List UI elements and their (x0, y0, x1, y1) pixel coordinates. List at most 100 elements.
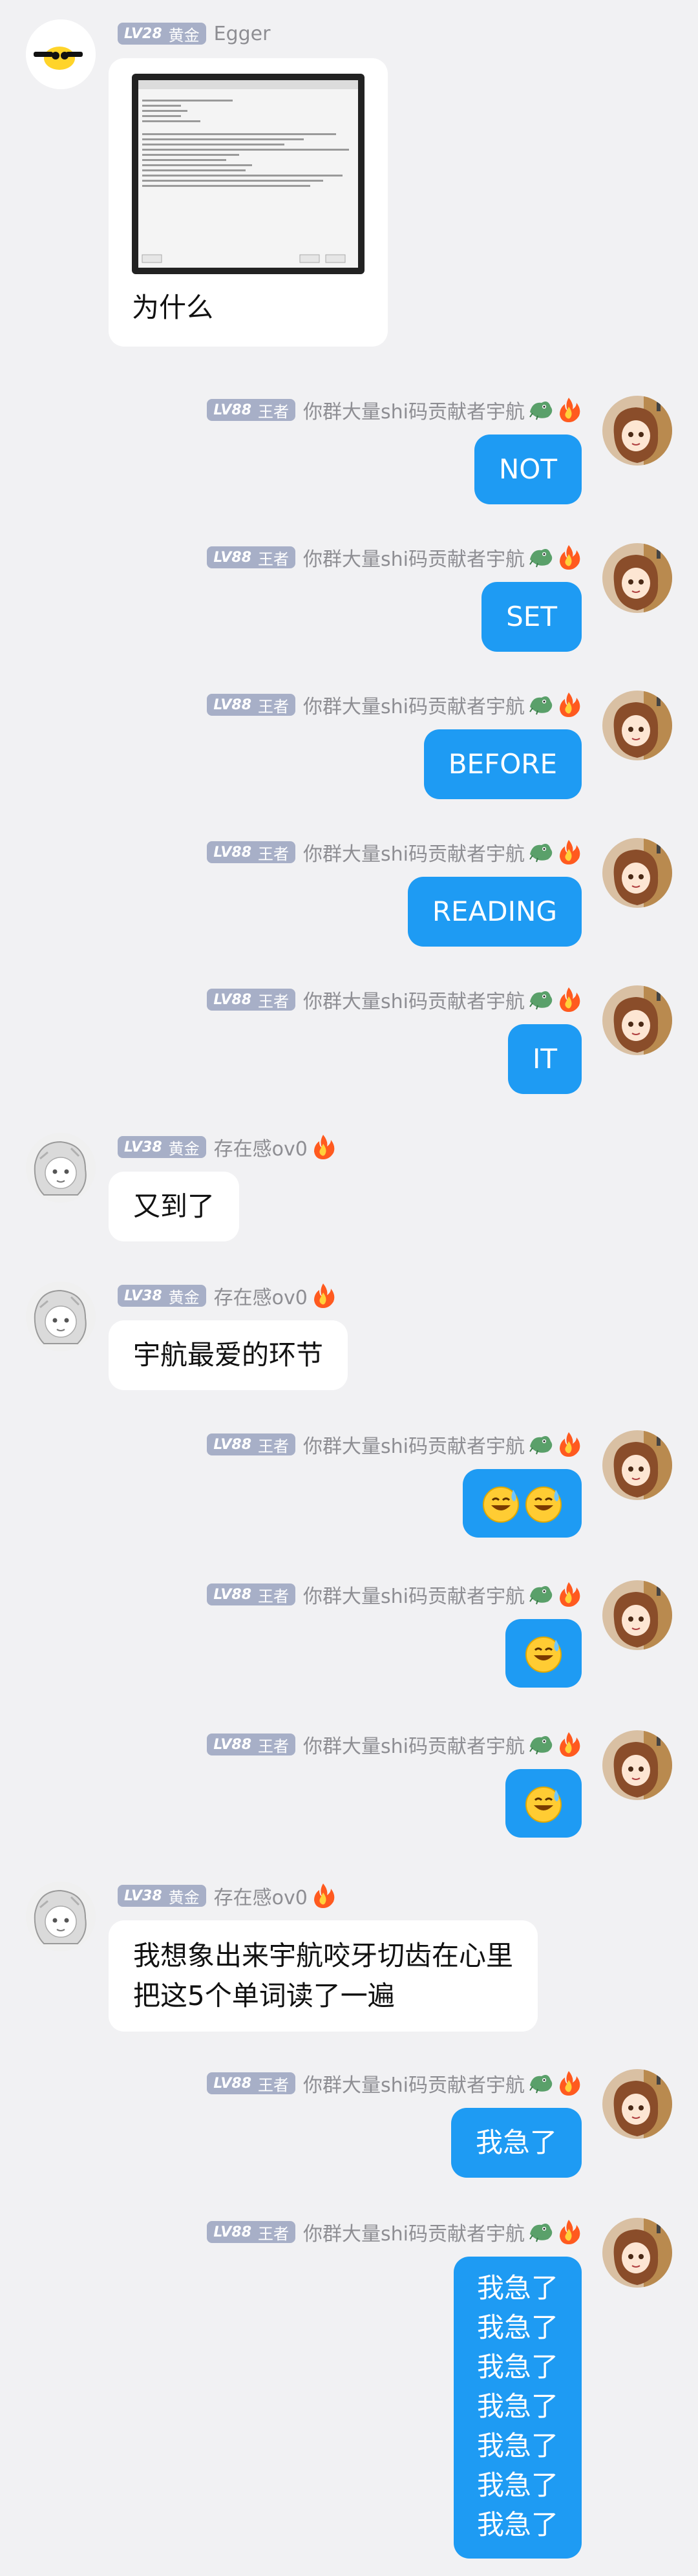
sweat-smile-emoji-icon (525, 1786, 562, 1823)
message-text: 为什么 (132, 292, 214, 323)
message-bubble[interactable]: IT (507, 1024, 582, 1094)
message-bubble[interactable]: READING (407, 877, 582, 947)
message-bubble[interactable] (505, 1769, 582, 1838)
avatar[interactable] (26, 1882, 96, 1951)
fire-icon (557, 691, 582, 718)
message-row: LV28 黄金 Egger 为什么 (0, 19, 698, 369)
level-badge: LV88 王者 (207, 1583, 296, 1605)
sender-name[interactable]: 存在感ov0 (214, 1133, 308, 1161)
sender-name[interactable]: 你群大量shi码贡献者宇航 (303, 1580, 525, 1609)
dragon-icon (529, 1432, 553, 1457)
avatar[interactable] (602, 2218, 672, 2288)
message-row: LV88 王者 你群大量shi码贡献者宇航 BEFORE (0, 691, 698, 807)
screenshot-image[interactable] (132, 74, 365, 274)
sender-name[interactable]: 你群大量shi码贡献者宇航 (303, 396, 525, 424)
message-row: LV88 王者 你群大量shi码贡献者宇航 NOT (0, 396, 698, 512)
level-badge: LV88 王者 (207, 989, 296, 1011)
message-bubble[interactable]: 又到了 (109, 1172, 240, 1241)
sweat-smile-emoji-icon (525, 1486, 562, 1523)
sender-name[interactable]: 你群大量shi码贡献者宇航 (303, 838, 525, 866)
avatar[interactable] (602, 1430, 672, 1500)
message-line: 我急了 (476, 2312, 558, 2343)
dragon-icon (529, 1732, 553, 1757)
fire-icon (557, 544, 582, 571)
sender-name[interactable]: 存在感ov0 (214, 1282, 308, 1310)
avatar[interactable] (26, 1282, 96, 1351)
message-line: 我急了 (476, 2509, 558, 2540)
sender-header: LV88 王者 你群大量shi码贡献者宇航 (207, 1430, 582, 1459)
sender-header: LV38 黄金 存在感ov0 (118, 1883, 336, 1909)
fire-icon (557, 2070, 582, 2097)
sender-name[interactable]: 你群大量shi码贡献者宇航 (303, 1730, 525, 1759)
message-bubble[interactable]: 我急了 我急了 我急了 我急了 我急了 我急了 我急了 (453, 2257, 582, 2559)
level-badge: LV88 王者 (207, 694, 296, 716)
level-badge: LV88 王者 (207, 2072, 296, 2094)
message-bubble[interactable]: 为什么 (109, 58, 388, 347)
level-badge: LV38 黄金 (118, 1885, 206, 1907)
fire-icon (557, 839, 582, 866)
message-bubble[interactable]: BEFORE (423, 729, 582, 799)
sender-name[interactable]: 你群大量shi码贡献者宇航 (303, 2069, 525, 2098)
message-line: 把这5个单词读了一遍 (133, 1980, 395, 2012)
level-badge: LV88 王者 (207, 399, 296, 421)
message-row: LV88 王者 你群大量shi码贡献者宇航 (0, 1580, 698, 1697)
message-bubble[interactable]: 我急了 (450, 2108, 582, 2178)
sender-header: LV88 王者 你群大量shi码贡献者宇航 (207, 543, 582, 572)
message-bubble[interactable] (505, 1619, 582, 1688)
avatar[interactable] (602, 543, 672, 613)
sender-header: LV88 王者 你群大量shi码贡献者宇航 (207, 396, 582, 424)
fire-icon (557, 396, 582, 424)
message-line: 我急了 (476, 2469, 558, 2501)
sender-name[interactable]: Egger (214, 23, 271, 45)
level-badge: LV88 王者 (207, 841, 296, 863)
level-badge: LV38 黄金 (118, 1136, 206, 1158)
avatar[interactable] (602, 691, 672, 760)
avatar[interactable] (602, 1730, 672, 1800)
dragon-icon (529, 2220, 553, 2244)
avatar[interactable] (602, 396, 672, 466)
fire-icon (312, 1282, 336, 1309)
sender-header: LV88 王者 你群大量shi码贡献者宇航 (207, 838, 582, 866)
avatar[interactable] (602, 1580, 672, 1650)
sender-header: LV88 王者 你群大量shi码贡献者宇航 (207, 692, 582, 718)
message-line: 我急了 (476, 2390, 558, 2422)
code-window-image (138, 80, 358, 263)
avatar[interactable] (602, 985, 672, 1055)
avatar[interactable] (602, 838, 672, 908)
message-bubble[interactable]: 我想象出来宇航咬牙切齿在心里 把这5个单词读了一遍 (109, 1920, 538, 2032)
message-bubble[interactable]: NOT (474, 435, 582, 504)
message-bubble[interactable]: SET (481, 582, 582, 652)
message-bubble[interactable] (463, 1469, 582, 1538)
sender-name[interactable]: 存在感ov0 (214, 1882, 308, 1910)
sweat-smile-emoji-icon (525, 1636, 562, 1673)
level-badge: LV88 王者 (207, 546, 296, 568)
dragon-icon (529, 1582, 553, 1607)
sender-name[interactable]: 你群大量shi码贡献者宇航 (303, 2218, 525, 2246)
fire-icon (557, 2218, 582, 2246)
dragon-icon (529, 545, 553, 570)
level-badge: LV28 黄金 (118, 23, 206, 45)
dragon-icon (529, 398, 553, 422)
message-line: 我急了 (476, 2430, 558, 2462)
message-row: LV88 王者 你群大量shi码贡献者宇航 (0, 1430, 698, 1547)
sender-name[interactable]: 你群大量shi码贡献者宇航 (303, 1430, 525, 1459)
fire-icon (557, 1581, 582, 1608)
sender-header: LV88 王者 你群大量shi码贡献者宇航 (207, 987, 582, 1013)
fire-icon (312, 1882, 336, 1909)
sender-header: LV38 黄金 存在感ov0 (118, 1133, 336, 1161)
avatar[interactable] (26, 1133, 96, 1203)
sender-header: LV38 黄金 存在感ov0 (118, 1283, 336, 1309)
message-row: LV38 黄金 存在感ov0 宇航最爱的环节 (0, 1282, 698, 1398)
message-bubble[interactable]: 宇航最爱的环节 (109, 1320, 348, 1390)
sender-name[interactable]: 你群大量shi码贡献者宇航 (303, 691, 525, 719)
message-line: 我急了 (476, 2351, 558, 2383)
level-badge: LV88 王者 (207, 1433, 296, 1455)
avatar[interactable] (602, 2069, 672, 2139)
avatar[interactable] (26, 19, 96, 89)
sender-name[interactable]: 你群大量shi码贡献者宇航 (303, 543, 525, 572)
level-badge: LV38 黄金 (118, 1285, 206, 1307)
dragon-icon (529, 840, 553, 864)
sender-name[interactable]: 你群大量shi码贡献者宇航 (303, 985, 525, 1014)
message-row: LV38 黄金 存在感ov0 我想象出来宇航咬牙切齿在心里 把这5个单词读了一遍 (0, 1882, 698, 2037)
level-badge: LV88 王者 (207, 2221, 296, 2243)
